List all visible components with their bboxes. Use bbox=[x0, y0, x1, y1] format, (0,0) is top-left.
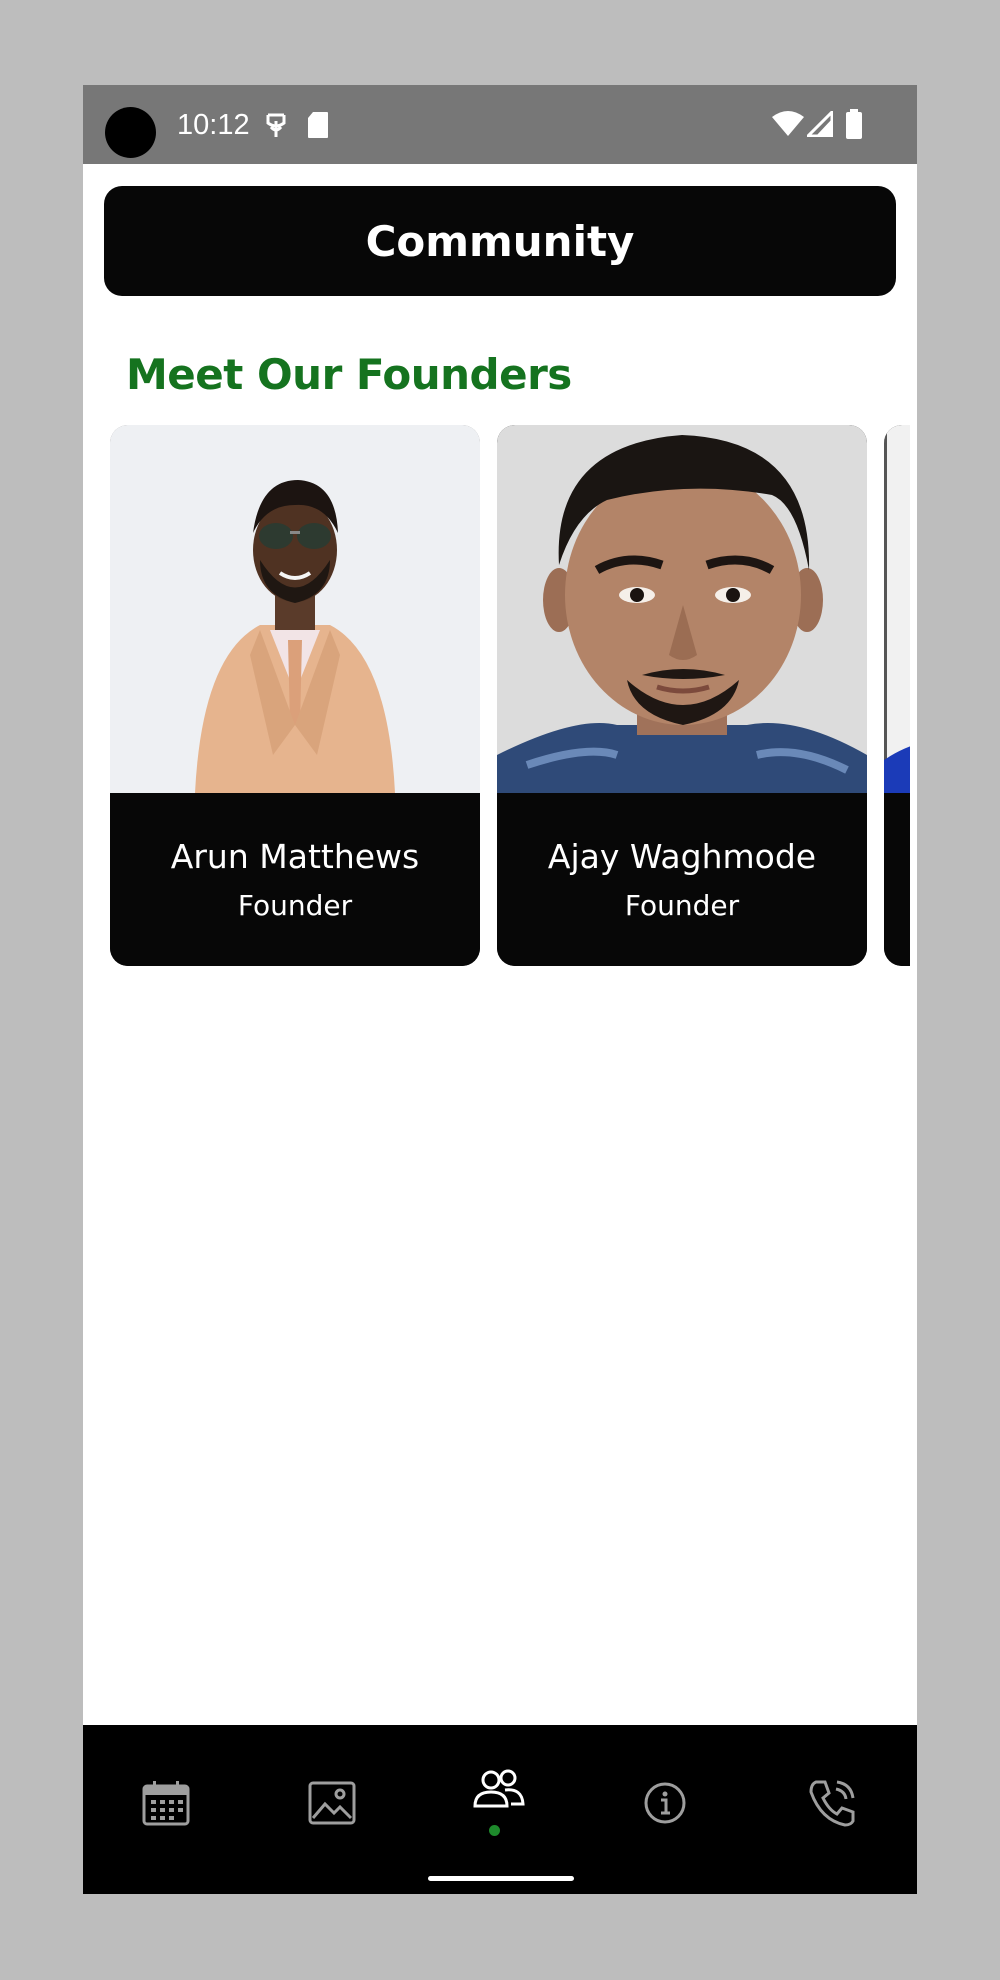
active-indicator-dot bbox=[489, 1825, 500, 1836]
nav-item-about[interactable] bbox=[625, 1765, 705, 1845]
vpn-key-icon bbox=[263, 111, 289, 143]
header-bar: Community bbox=[104, 186, 896, 296]
founder-name: Ajay Waghmode bbox=[547, 837, 817, 876]
founder-info: Ajay Waghmode Founder bbox=[497, 793, 867, 966]
wifi-icon bbox=[771, 111, 805, 141]
founder-card[interactable]: Arun Matthews Founder bbox=[110, 425, 480, 966]
home-indicator[interactable] bbox=[428, 1876, 574, 1881]
nav-item-gallery[interactable] bbox=[292, 1765, 372, 1845]
page-title: Community bbox=[365, 216, 635, 266]
section-title: Meet Our Founders bbox=[126, 350, 572, 399]
founder-photo bbox=[884, 425, 910, 793]
founder-info bbox=[884, 793, 910, 966]
nav-item-contact[interactable] bbox=[792, 1765, 872, 1845]
founder-info: Arun Matthews Founder bbox=[110, 793, 480, 966]
phone-icon bbox=[807, 1778, 857, 1832]
status-time: 10:12 bbox=[177, 109, 250, 141]
community-icon bbox=[472, 1768, 526, 1818]
gallery-icon bbox=[307, 1778, 357, 1832]
founders-carousel[interactable]: Arun Matthews Founder Ajay Waghmode Foun… bbox=[110, 425, 910, 970]
nav-item-events[interactable] bbox=[126, 1765, 206, 1845]
founder-role: Founder bbox=[624, 889, 740, 922]
info-icon bbox=[642, 1780, 688, 1830]
status-bar: 10:12 bbox=[83, 85, 917, 164]
battery-icon bbox=[845, 109, 863, 143]
app-screen: 10:12 Community Meet Our Founders Arun M… bbox=[83, 85, 917, 1894]
founder-photo bbox=[497, 425, 867, 793]
founder-photo bbox=[110, 425, 480, 793]
founder-card[interactable]: Ajay Waghmode Founder bbox=[497, 425, 867, 966]
bottom-navigation bbox=[83, 1725, 917, 1894]
cell-signal-icon bbox=[804, 108, 834, 141]
founder-card[interactable] bbox=[884, 425, 910, 966]
calendar-icon bbox=[141, 1778, 191, 1832]
nav-item-community[interactable] bbox=[459, 1753, 539, 1833]
sd-card-icon bbox=[307, 111, 329, 143]
founder-role: Founder bbox=[237, 889, 353, 922]
camera-cutout bbox=[105, 107, 156, 158]
founder-name: Arun Matthews bbox=[170, 837, 420, 876]
